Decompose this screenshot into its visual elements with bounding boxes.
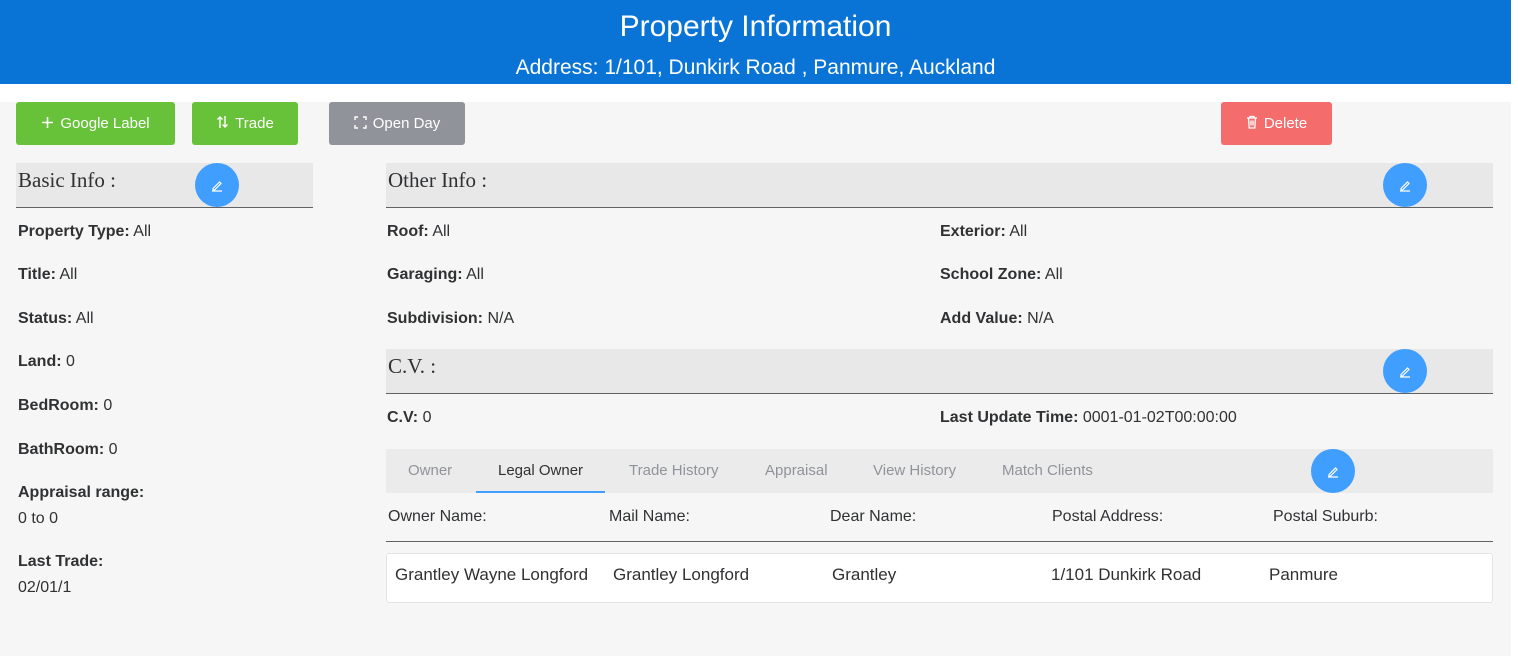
edit-pen-icon bbox=[1400, 367, 1410, 378]
land-field: Land: 0 bbox=[18, 353, 75, 370]
appraisal-range-value: 0 to 0 bbox=[18, 510, 59, 527]
postal-suburb-cell: Panmure bbox=[1269, 565, 1338, 584]
open-day-button[interactable]: Open Day bbox=[329, 102, 465, 145]
tab-legal-owner[interactable]: Legal Owner bbox=[476, 449, 606, 493]
edit-other-info-button[interactable] bbox=[1383, 163, 1427, 207]
table-row: Grantley Wayne Longford Grantley Longfor… bbox=[386, 553, 1493, 603]
basic-info-header: Basic Info : bbox=[16, 163, 313, 208]
tab-match-clients[interactable]: Match Clients bbox=[1002, 449, 1093, 493]
dear-name-cell: Grantley bbox=[832, 565, 897, 584]
fullscreen-icon bbox=[354, 115, 367, 132]
subdivision-field: Subdivision: N/A bbox=[387, 310, 515, 327]
column-header-postal-address: Postal Address: bbox=[1052, 508, 1164, 525]
appraisal-range-label: Appraisal range: bbox=[18, 484, 145, 501]
bathroom-field: BathRoom: 0 bbox=[18, 441, 118, 458]
trade-button-label: Trade bbox=[235, 115, 274, 132]
last-trade-label: Last Trade: bbox=[18, 553, 104, 570]
bedroom-field: BedRoom: 0 bbox=[18, 397, 113, 414]
column-header-mail-name: Mail Name: bbox=[609, 508, 690, 525]
open-day-button-label: Open Day bbox=[372, 115, 441, 132]
trash-icon bbox=[1246, 115, 1258, 132]
google-label-button[interactable]: Google Label bbox=[16, 102, 175, 145]
property-address: Address: 1/101, Dunkirk Road , Panmure, … bbox=[515, 56, 996, 79]
edit-cv-button[interactable] bbox=[1383, 349, 1427, 393]
mail-name-cell: Grantley Longford bbox=[613, 565, 750, 584]
tab-appraisal[interactable]: Appraisal bbox=[765, 449, 828, 493]
delete-button[interactable]: Delete bbox=[1221, 102, 1332, 145]
title-field: Title: All bbox=[18, 266, 78, 283]
edit-basic-info-button[interactable] bbox=[195, 163, 239, 207]
school-zone-field: School Zone: All bbox=[940, 266, 1063, 283]
roof-field: Roof: All bbox=[387, 223, 451, 240]
owner-name-cell: Grantley Wayne Longford bbox=[395, 565, 589, 584]
status-field: Status: All bbox=[18, 310, 94, 327]
edit-pen-icon bbox=[1400, 181, 1410, 192]
tab-trade-history[interactable]: Trade History bbox=[629, 449, 718, 493]
other-info-title: Other Info : bbox=[388, 168, 488, 192]
edit-pen-icon bbox=[212, 181, 222, 192]
cv-field: C.V: 0 bbox=[387, 409, 432, 426]
cv-title: C.V. : bbox=[388, 354, 437, 378]
owner-table-header: Owner Name: Mail Name: Dear Name: Postal… bbox=[386, 499, 1493, 542]
other-info-header: Other Info : bbox=[386, 163, 1493, 208]
delete-button-label: Delete bbox=[1263, 115, 1308, 132]
owner-tabs: Owner Legal Owner Trade History Appraisa… bbox=[386, 449, 1493, 493]
basic-info-title: Basic Info : bbox=[18, 168, 116, 192]
edit-pen-icon bbox=[1328, 467, 1338, 478]
plus-icon bbox=[41, 116, 54, 132]
tab-owner[interactable]: Owner bbox=[408, 449, 452, 493]
last-trade-value: 02/01/1 bbox=[18, 579, 72, 596]
garaging-field: Garaging: All bbox=[387, 266, 484, 283]
column-header-postal-suburb: Postal Suburb: bbox=[1273, 508, 1378, 525]
main-content: Google Label Trade Open Day Delete Basic… bbox=[0, 102, 1511, 656]
page-title: Property Information bbox=[619, 10, 892, 43]
trade-button[interactable]: Trade bbox=[192, 102, 298, 145]
edit-owner-button[interactable] bbox=[1311, 449, 1355, 493]
column-header-owner-name: Owner Name: bbox=[388, 508, 487, 525]
google-label-button-label: Google Label bbox=[60, 115, 150, 132]
exterior-field: Exterior: All bbox=[940, 223, 1028, 240]
page-header: Property Information Address: 1/101, Dun… bbox=[0, 0, 1511, 84]
swap-icon bbox=[216, 115, 229, 132]
column-header-dear-name: Dear Name: bbox=[830, 508, 917, 525]
cv-header: C.V. : bbox=[386, 349, 1493, 394]
postal-address-cell: 1/101 Dunkirk Road bbox=[1051, 565, 1202, 584]
add-value-field: Add Value: N/A bbox=[940, 310, 1054, 327]
tab-view-history[interactable]: View History bbox=[873, 449, 956, 493]
property-type-field: Property Type: All bbox=[18, 223, 152, 240]
last-update-field: Last Update Time: 0001-01-02T00:00:00 bbox=[940, 409, 1237, 426]
